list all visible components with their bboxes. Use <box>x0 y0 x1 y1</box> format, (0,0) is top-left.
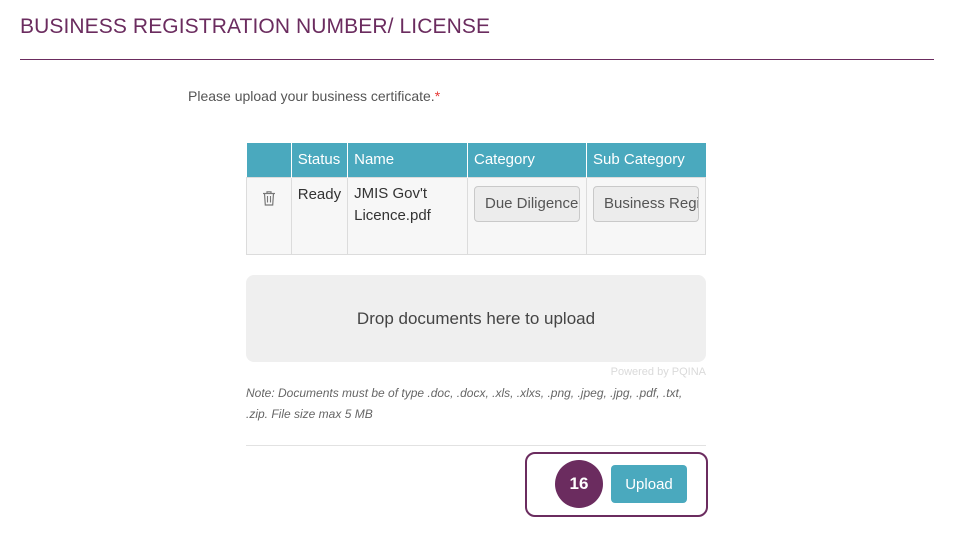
title-divider <box>20 59 934 60</box>
powered-by-label: Powered by PQINA <box>610 366 706 378</box>
note-divider <box>246 445 706 446</box>
upload-prompt-text: Please upload your business certificate. <box>188 88 435 104</box>
dropzone-label: Drop documents here to upload <box>356 308 596 328</box>
column-header-category: Category <box>467 143 588 177</box>
table-row: Ready JMIS Gov't Licence.pdf Due Diligen… <box>246 176 706 255</box>
row-file-name: JMIS Gov't Licence.pdf <box>354 184 431 224</box>
row-actions-cell <box>246 176 292 255</box>
upload-button[interactable]: Upload <box>611 465 687 503</box>
column-header-sub-category: Sub Category <box>586 143 706 177</box>
file-type-note: Note: Documents must be of type .doc, .d… <box>246 386 683 421</box>
row-category-cell: Due Diligence <box>466 176 588 255</box>
row-name-cell: JMIS Gov't Licence.pdf <box>347 176 468 255</box>
row-sub-category-cell: Business Registration <box>586 176 706 255</box>
column-header-name: Name <box>347 143 468 177</box>
column-header-actions <box>246 143 292 177</box>
table-header-row: Status Name Category Sub Category <box>246 143 706 177</box>
section-title: BUSINESS REGISTRATION NUMBER/ LICENSE <box>20 15 491 38</box>
required-marker: * <box>434 88 441 104</box>
step-number-badge: 16 <box>555 460 603 508</box>
upload-prompt: Please upload your business certificate.… <box>188 88 440 104</box>
uploaded-files-table: Status Name Category Sub Category Ready … <box>246 143 706 255</box>
file-dropzone[interactable]: Drop documents here to upload <box>246 275 706 362</box>
row-status: Ready <box>290 176 349 255</box>
trash-icon[interactable] <box>262 190 276 206</box>
column-header-status: Status <box>291 143 349 177</box>
category-select[interactable]: Due Diligence <box>473 185 580 222</box>
sub-category-select[interactable]: Business Registration <box>593 185 699 222</box>
